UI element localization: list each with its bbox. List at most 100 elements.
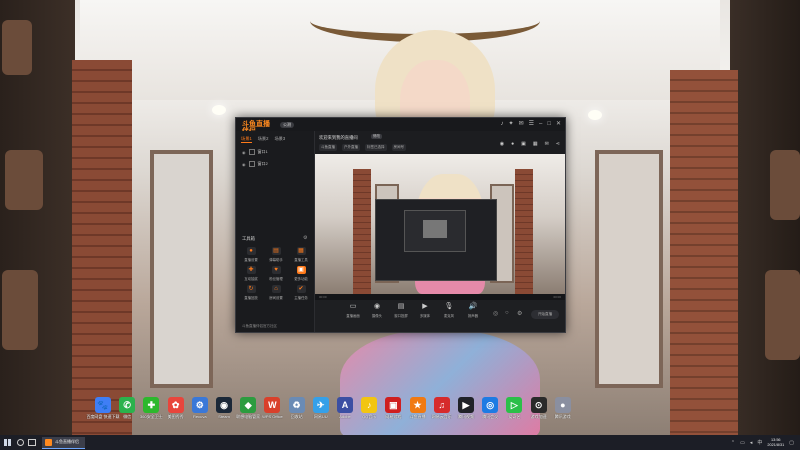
- desktop-shortcut[interactable]: ♪ QQ音乐: [358, 397, 380, 420]
- volume-icon[interactable]: ◂: [750, 440, 753, 446]
- mail-icon[interactable]: ✉: [519, 121, 524, 127]
- system-tray: ⌃ ▭ ◂ 中 13:56 2021/8/31 ▢: [731, 435, 794, 450]
- tool-danmaku[interactable]: ▤ 弹幕助手: [265, 247, 287, 262]
- desktop-shortcut[interactable]: A Adobe: [334, 397, 356, 419]
- input-method-icon[interactable]: 中: [757, 439, 762, 446]
- tool-live-settings[interactable]: ● 直播设置: [240, 247, 262, 262]
- desktop-shortcut[interactable]: 🐾 百度网盘 快速下载: [86, 397, 120, 420]
- media-icon: ▶: [422, 303, 428, 310]
- tray-up-arrow-icon[interactable]: ⌃: [731, 440, 735, 446]
- visibility-icon[interactable]: ◉: [242, 150, 246, 155]
- tool-live-tools[interactable]: ▦ 直播工具: [290, 247, 312, 262]
- minimize-icon[interactable]: –: [539, 121, 542, 127]
- desktop-shortcut[interactable]: ◆ 联想电脑管家: [236, 397, 260, 420]
- desktop-shortcut[interactable]: ✚ 360安全卫士: [140, 397, 163, 420]
- edit-title-button[interactable]: 修改: [371, 134, 382, 139]
- add-screen-button[interactable]: ▭ 直播画面: [343, 303, 363, 318]
- room-tag[interactable]: 标签已选择: [365, 144, 387, 151]
- task-view-icon: [28, 439, 36, 446]
- notification-icon[interactable]: ▢: [789, 440, 794, 446]
- desktop-shortcut[interactable]: ✆ 微信: [116, 397, 138, 420]
- status-time-left: 00:00: [319, 295, 327, 299]
- bell-icon[interactable]: ♪: [501, 121, 504, 127]
- desktop-shortcut[interactable]: ◉ Steam: [213, 397, 235, 419]
- douyu-app-icon: [45, 438, 52, 446]
- taskbar-app-douyu[interactable]: 斗鱼直播伴侣: [42, 436, 85, 449]
- share-icon[interactable]: ⋖: [556, 141, 560, 147]
- clock[interactable]: 13:56 2021/8/31: [767, 438, 784, 448]
- iqiyi-icon: ▷: [506, 397, 523, 413]
- speaker-button[interactable]: 🔊 扬声器: [463, 303, 483, 318]
- record-settings-icon[interactable]: ◎: [493, 310, 498, 317]
- desktop-shortcut[interactable]: W WPS Office: [261, 397, 283, 419]
- tool-lottery[interactable]: ✚ 互动抽奖: [240, 266, 262, 281]
- layout-icon[interactable]: ▦: [533, 141, 538, 147]
- baidu-netdisk-icon: 🐾: [95, 397, 111, 413]
- desktop-shortcut[interactable]: ✈ 网易UU: [310, 397, 332, 420]
- wallpaper-bag: [765, 270, 800, 360]
- live-preview[interactable]: [315, 154, 565, 294]
- wallpaper-door-left: [150, 150, 213, 388]
- wps-icon: W: [264, 397, 281, 413]
- lock-checkbox[interactable]: [248, 161, 255, 167]
- tool-replay[interactable]: ↻ 直播回放: [240, 285, 262, 300]
- room-tag[interactable]: 房间号: [391, 144, 406, 151]
- tool-label: 直播回放: [244, 296, 258, 300]
- left-panel: 场景1 场景2 场景3 ◉ 窗口1 ◉ 窗口2 工具箱 ⚙ ● 直播设置 ▤ 弹…: [236, 131, 315, 332]
- add-window-button[interactable]: ▤ 窗口投屏: [391, 303, 411, 318]
- desktop-shortcut-label: 360安全卫士: [140, 414, 163, 419]
- start-live-button[interactable]: 开始直播: [531, 310, 559, 319]
- window-titlebar[interactable]: 斗鱼直播伴侣 公测 ♪ ✦ ✉ ☰ – □ ✕: [236, 118, 565, 135]
- visibility-icon[interactable]: ◉: [242, 162, 246, 167]
- tool-task[interactable]: ✔ 主播任务: [290, 285, 312, 300]
- desktop-shortcut-label: 腾讯会议: [482, 414, 499, 419]
- desktop-shortcut[interactable]: ● 腾讯游戏: [552, 397, 574, 420]
- desktop-shortcut[interactable]: ▣ 网易游戏: [382, 397, 404, 420]
- camera-top-icon[interactable]: ◉: [500, 141, 504, 147]
- 360-security-icon: ✚: [143, 397, 160, 413]
- room-tags: 斗鱼直播 户外直播 标签已选择 房间号: [319, 144, 406, 151]
- lock-checkbox[interactable]: [248, 149, 255, 155]
- menu-icon[interactable]: ☰: [529, 121, 534, 127]
- desktop-shortcut[interactable]: ♫ 网易云音乐: [431, 397, 453, 420]
- tool-room[interactable]: ⌂ 房间设置: [265, 285, 287, 300]
- scene-item[interactable]: ◉ 窗口1: [236, 146, 314, 158]
- main-panel: 欢迎来到我的直播间 修改 斗鱼直播 户外直播 标签已选择 房间号 ◉ ● ▣ ▦…: [315, 131, 565, 332]
- record-top-icon[interactable]: ▣: [521, 141, 526, 147]
- desktop-shortcut[interactable]: ✿ 美图秀秀: [165, 397, 187, 420]
- search-button[interactable]: [14, 435, 26, 450]
- network-icon[interactable]: ▭: [740, 440, 745, 446]
- toolbox-settings-icon[interactable]: ⚙: [303, 235, 307, 241]
- desktop-shortcut[interactable]: ▷ 爱奇艺: [503, 397, 525, 420]
- left-footer-link[interactable]: 斗鱼直播伴侣官方社区: [242, 324, 277, 329]
- desktop-shortcut[interactable]: ★ 斗鱼直播: [407, 397, 429, 420]
- close-icon[interactable]: ✕: [556, 121, 561, 127]
- scene-item[interactable]: ◉ 窗口2: [236, 158, 314, 170]
- audio-settings-icon[interactable]: ○: [505, 310, 509, 316]
- tool-more[interactable]: ▣ 更多功能: [290, 266, 312, 281]
- mic-top-icon[interactable]: ●: [511, 141, 514, 147]
- start-button[interactable]: [0, 435, 14, 450]
- desktop-shortcut[interactable]: ♻ 回收站: [286, 397, 308, 420]
- maximize-icon[interactable]: □: [547, 121, 551, 127]
- room-tag[interactable]: 斗鱼直播: [319, 144, 337, 151]
- gear-icon[interactable]: ⚙: [517, 310, 522, 317]
- add-webcam-button[interactable]: ◉ 摄像头: [367, 303, 387, 318]
- desktop-shortcut[interactable]: ⚙ Recuva: [189, 397, 211, 419]
- skin-icon[interactable]: ✦: [509, 121, 514, 127]
- tab-scene-1[interactable]: 场景1: [241, 136, 252, 143]
- room-tag[interactable]: 户外直播: [342, 144, 360, 151]
- gift-icon[interactable]: ✉: [545, 141, 549, 147]
- add-media-button[interactable]: ▶ 多媒体: [415, 303, 435, 318]
- microphone-button[interactable]: 🎙 麦克风: [439, 303, 459, 318]
- desktop-shortcut[interactable]: ◎ 腾讯会议: [479, 397, 501, 420]
- desktop-shortcut[interactable]: ⊙ 游戏加速: [528, 397, 550, 420]
- douyu-live-companion-window: 斗鱼直播伴侣 公测 ♪ ✦ ✉ ☰ – □ ✕ 场景1 场景2 场景3 ◉ 窗口…: [235, 117, 566, 333]
- tool-fans[interactable]: ♥ 粉丝管理: [265, 266, 287, 281]
- tool-label: 互动抽奖: [244, 277, 258, 281]
- tab-scene-2[interactable]: 场景2: [258, 136, 269, 143]
- tab-scene-3[interactable]: 场景3: [274, 136, 285, 143]
- desktop-shortcut[interactable]: ▶ 腾讯视频: [455, 397, 477, 420]
- task-view-button[interactable]: [26, 435, 38, 450]
- recursive-preview-window-2: [404, 210, 466, 252]
